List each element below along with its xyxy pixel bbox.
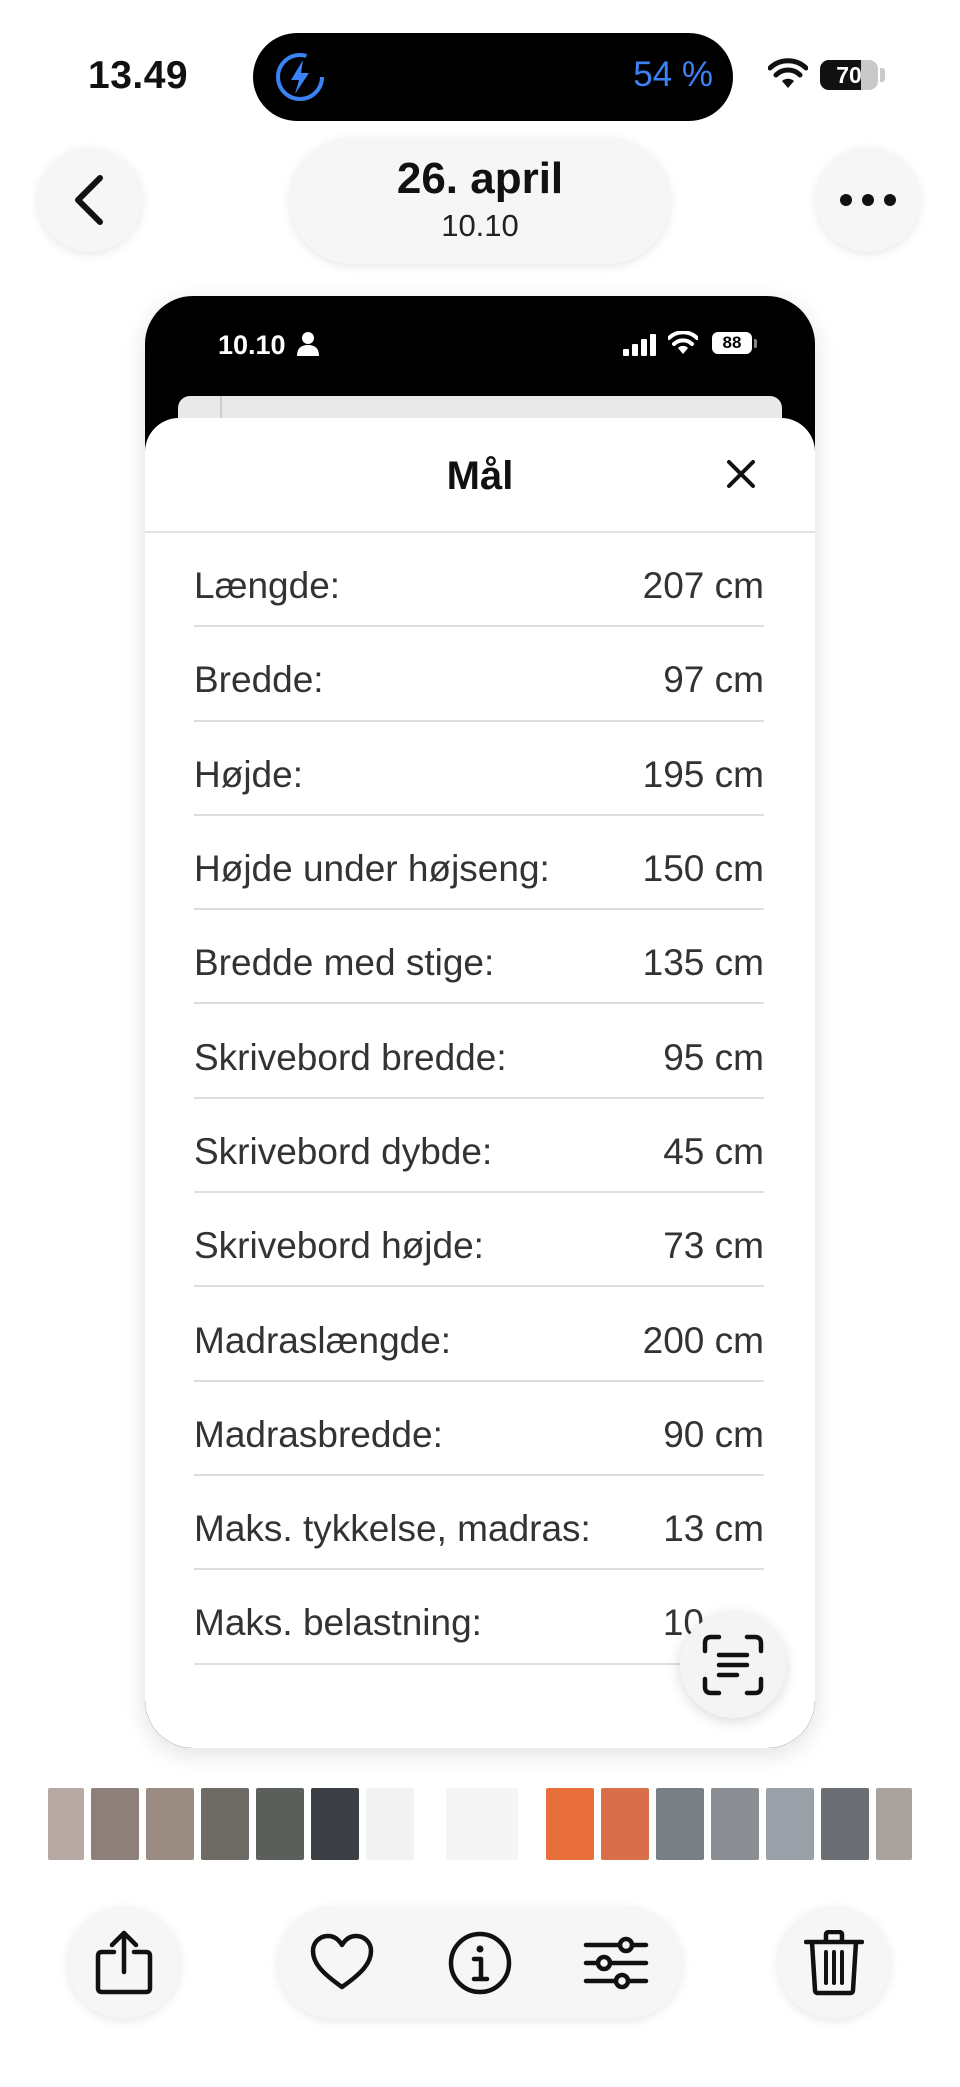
thumbnail-strip[interactable] xyxy=(0,1788,960,1860)
dimension-label: Længde: xyxy=(194,565,341,607)
dimension-label: Højde under højseng: xyxy=(194,848,550,890)
more-button[interactable] xyxy=(816,148,920,252)
thumbnail[interactable] xyxy=(311,1788,359,1860)
dimension-value: 90 cm xyxy=(663,1413,764,1455)
captured-battery: 88 xyxy=(712,332,752,354)
dimension-label: Skrivebord bredde: xyxy=(194,1036,507,1078)
back-button[interactable] xyxy=(38,148,142,252)
dimension-label: Bredde med stige: xyxy=(194,942,495,984)
sheet-title: Mål xyxy=(446,454,514,498)
ellipsis-icon xyxy=(840,194,896,206)
thumbnail[interactable] xyxy=(821,1788,869,1860)
dimension-row: Madraslængde: 200 cm xyxy=(194,1287,764,1382)
photo-date: 26. april xyxy=(396,154,564,203)
dimension-row: Madrasbredde: 90 cm xyxy=(194,1382,764,1476)
captured-status-time: 10.10 xyxy=(218,330,286,360)
chevron-left-icon xyxy=(75,175,103,225)
heart-icon[interactable] xyxy=(308,1929,376,1997)
battery-level: 70 xyxy=(836,62,862,88)
thumbnail[interactable] xyxy=(48,1788,84,1860)
dimension-row: Skrivebord dybde: 45 cm xyxy=(194,1099,764,1194)
dimension-value: 135 cm xyxy=(642,942,764,984)
dimension-row: Maks. belastning: 10 xyxy=(194,1570,764,1665)
trash-icon xyxy=(804,1930,864,1996)
sheet-header: Mål xyxy=(145,418,815,533)
captured-battery-nub xyxy=(754,339,757,348)
dimension-row: Skrivebord højde: 73 cm xyxy=(194,1193,764,1288)
photo-time: 10.10 xyxy=(441,208,519,243)
dimension-row: Længde: 207 cm xyxy=(194,533,764,628)
thumbnail[interactable] xyxy=(601,1788,649,1860)
dimension-row: Maks. tykkelse, madras: 13 cm xyxy=(194,1476,764,1571)
thumbnail[interactable] xyxy=(446,1788,518,1860)
captured-wifi-icon xyxy=(668,331,698,354)
thumbnail[interactable] xyxy=(766,1788,814,1860)
dimension-label: Madraslængde: xyxy=(194,1319,452,1361)
dimension-row: Højde under højseng: 150 cm xyxy=(194,816,764,911)
live-text-icon xyxy=(702,1634,764,1696)
live-text-button[interactable] xyxy=(680,1612,786,1718)
thumbnail[interactable] xyxy=(546,1788,594,1860)
close-icon[interactable] xyxy=(723,456,759,492)
dimension-label: Madrasbredde: xyxy=(194,1413,443,1455)
photo-date-header[interactable]: 26. april 10.10 xyxy=(290,138,670,264)
dimension-row: Højde: 195 cm xyxy=(194,722,764,816)
photo-actions-group xyxy=(278,1907,682,2019)
dimension-label: Skrivebord dybde: xyxy=(194,1130,493,1172)
photo-viewer[interactable]: 10.10 88 Mål Længde: 207 cm Bredde: 97 c… xyxy=(145,296,815,1748)
captured-status-bar: 10.10 88 xyxy=(145,296,815,396)
dimension-value: 73 cm xyxy=(663,1225,764,1267)
dimension-value: 200 cm xyxy=(642,1319,764,1361)
dimensions-sheet: Mål Længde: 207 cm Bredde: 97 cm Højde: 195 c… xyxy=(145,418,815,1748)
cellular-signal-icon xyxy=(623,334,656,356)
dynamic-island[interactable]: 54 % xyxy=(253,33,733,121)
info-icon[interactable] xyxy=(446,1929,514,1997)
status-time: 13.49 xyxy=(88,54,189,97)
dimension-label: Maks. belastning: xyxy=(194,1602,482,1644)
status-bar: 13.49 54 % 70 xyxy=(0,0,960,121)
share-button[interactable] xyxy=(68,1907,180,2019)
dimension-value: 97 cm xyxy=(663,659,764,701)
dimension-value: 207 cm xyxy=(642,565,764,607)
dimension-value: 195 cm xyxy=(642,753,764,795)
charging-bolt-icon xyxy=(276,53,324,101)
wifi-icon xyxy=(768,58,808,88)
thumbnail[interactable] xyxy=(876,1788,912,1860)
dimension-label: Højde: xyxy=(194,753,303,795)
person-icon xyxy=(297,332,319,356)
thumbnail[interactable] xyxy=(656,1788,704,1860)
dimension-row: Bredde med stige: 135 cm xyxy=(194,910,764,1005)
thumbnail[interactable] xyxy=(91,1788,139,1860)
adjust-sliders-icon[interactable] xyxy=(582,1929,650,1997)
dimension-value: 13 cm xyxy=(663,1508,764,1550)
dimension-label: Bredde: xyxy=(194,659,324,701)
thumbnail[interactable] xyxy=(366,1788,414,1860)
dimension-value: 45 cm xyxy=(663,1130,764,1172)
dimension-row: Skrivebord bredde: 95 cm xyxy=(194,1004,764,1099)
delete-button[interactable] xyxy=(778,1907,890,2019)
dimension-value: 150 cm xyxy=(642,848,764,890)
dimensions-list: Længde: 207 cm Bredde: 97 cm Højde: 195 cm Høj… xyxy=(194,533,764,1665)
thumbnail[interactable] xyxy=(256,1788,304,1860)
island-battery-percent: 54 % xyxy=(633,55,713,94)
dimension-label: Maks. tykkelse, madras: xyxy=(194,1508,591,1550)
share-icon xyxy=(95,1930,153,1995)
thumbnail[interactable] xyxy=(711,1788,759,1860)
thumbnail[interactable] xyxy=(201,1788,249,1860)
battery-nub xyxy=(880,68,885,82)
dimension-label: Skrivebord højde: xyxy=(194,1225,484,1267)
thumbnail[interactable] xyxy=(146,1788,194,1860)
dimension-value: 95 cm xyxy=(663,1036,764,1078)
dimension-row: Bredde: 97 cm xyxy=(194,627,764,722)
battery-icon: 70 xyxy=(820,60,878,90)
